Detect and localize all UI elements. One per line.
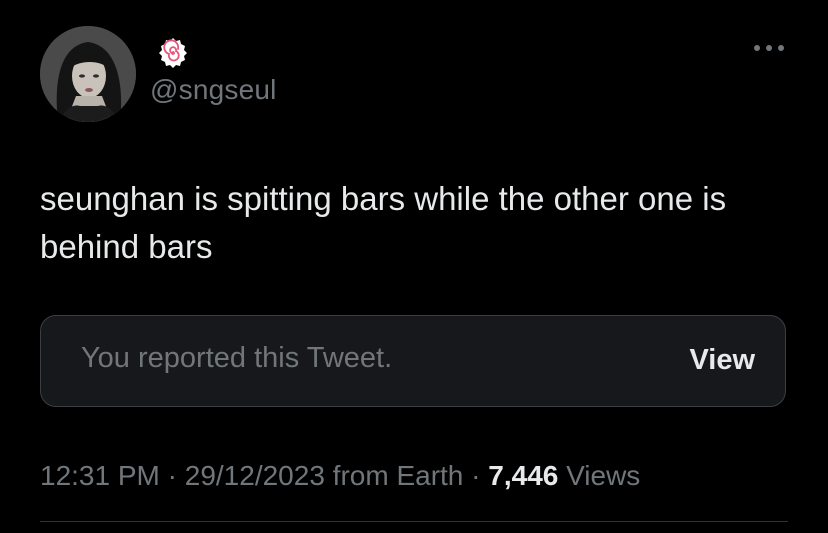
fishcake-swirl-emoji-icon (156, 36, 190, 70)
avatar[interactable] (40, 26, 136, 122)
tweet-date[interactable]: 29/12/2023 (185, 460, 325, 491)
tweet-meta: 12:31 PM · 29/12/2023 from Earth · 7,446… (40, 460, 640, 492)
reported-notice: You reported this Tweet. View (40, 315, 786, 407)
meta-separator: · (159, 460, 185, 491)
reported-message: You reported this Tweet. (81, 342, 393, 374)
meta-separator: · (463, 460, 489, 491)
views-count[interactable]: 7,446 (488, 460, 558, 491)
tweet-source: from Earth (324, 460, 464, 491)
profile-photo-icon (40, 26, 136, 122)
tweet-card: @sngseul seunghan is spitting bars while… (0, 0, 828, 533)
view-button[interactable]: View (689, 344, 755, 377)
more-horizontal-icon[interactable] (752, 38, 786, 58)
tweet-time[interactable]: 12:31 PM (40, 460, 160, 491)
user-handle[interactable]: @sngseul (150, 74, 277, 106)
divider (40, 521, 788, 522)
tweet-text: seunghan is spitting bars while the othe… (40, 180, 727, 265)
views-label: Views (558, 460, 641, 491)
